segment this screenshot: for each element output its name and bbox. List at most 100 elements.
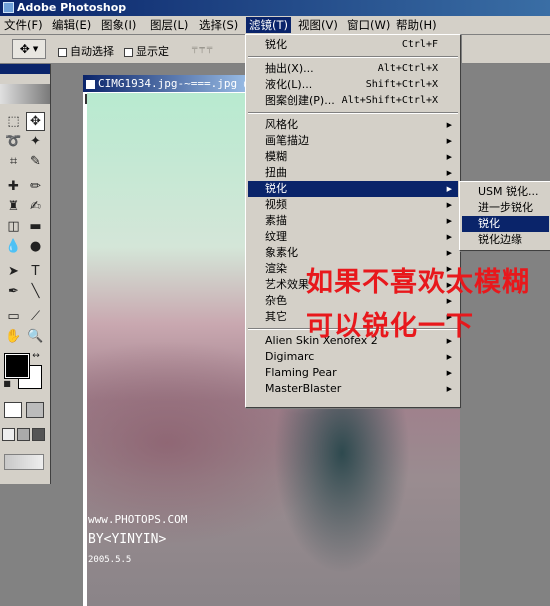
- submenu-arrow-icon: ▶: [446, 233, 452, 241]
- swap-colors-icon[interactable]: ↔: [30, 350, 42, 362]
- clone-stamp-tool-icon[interactable]: ♜: [4, 197, 23, 216]
- zoom-tool-icon[interactable]: 🔍: [26, 327, 45, 346]
- filter-menu-item[interactable]: 图案创建(P)... Alt+Shift+Ctrl+X: [248, 93, 458, 109]
- filter-menu-item[interactable]: 画笔描边 ▶: [248, 133, 458, 149]
- filter-menu-item-label: 杂色: [265, 294, 287, 307]
- filter-menu-item[interactable]: 扭曲 ▶: [248, 165, 458, 181]
- history-brush-tool-icon[interactable]: ✍: [26, 197, 45, 216]
- annotation-line-2: 可以锐化一下: [306, 311, 474, 342]
- menu-filter[interactable]: 滤镜(T): [246, 17, 291, 33]
- eraser-tool-icon[interactable]: ◫: [4, 217, 23, 236]
- type-tool-icon[interactable]: T: [26, 262, 45, 281]
- notes-tool-icon[interactable]: ▭: [4, 307, 23, 326]
- gradient-tool-icon[interactable]: ▬: [26, 217, 45, 236]
- marquee-tool-icon[interactable]: ⬚: [4, 112, 23, 131]
- filter-menu-item[interactable]: 素描 ▶: [248, 213, 458, 229]
- sharpen-submenu-item[interactable]: USM 锐化...: [462, 184, 549, 200]
- filter-menu-item[interactable]: 纹理 ▶: [248, 229, 458, 245]
- menu-image[interactable]: 图象(I): [98, 17, 139, 33]
- jump-to-imageready-button[interactable]: [4, 454, 44, 470]
- healing-brush-tool-icon[interactable]: ✚: [4, 177, 23, 196]
- show-bounds-option[interactable]: 显示定: [124, 43, 169, 59]
- sharpen-submenu-item[interactable]: 锐化: [462, 216, 549, 232]
- filter-menu-item[interactable]: 锐化 Ctrl+F: [248, 37, 458, 53]
- filter-menu-item-label: 素描: [265, 214, 287, 227]
- move-icon: ✥: [19, 42, 30, 56]
- filter-menu-item-shortcut: Alt+Shift+Ctrl+X: [341, 95, 438, 106]
- default-colors-icon[interactable]: ■: [2, 378, 12, 388]
- filter-menu-item[interactable]: Flaming Pear ▶: [248, 365, 458, 381]
- toolbox: ⬚ ✥ ➰ ✦ ⌗ ✎ ✚ ✏ ♜ ✍ ◫ ▬ 💧 ● ➤ T ✒ ╲ ▭ ⟋ …: [0, 64, 51, 484]
- submenu-arrow-icon: ▶: [446, 249, 452, 257]
- filter-menu-item[interactable]: 视频 ▶: [248, 197, 458, 213]
- screen-mode-full-menu-button[interactable]: [17, 428, 30, 441]
- eyedropper-tool-icon[interactable]: ⟋: [26, 307, 45, 326]
- sharpen-submenu: USM 锐化... 进一步锐化 锐化锐化边缘: [459, 181, 550, 251]
- sharpen-submenu-item-label: USM 锐化...: [478, 185, 539, 198]
- blur-tool-icon[interactable]: 💧: [4, 237, 23, 256]
- filter-menu-item[interactable]: 抽出(X)... Alt+Ctrl+X: [248, 61, 458, 77]
- brush-tool-icon[interactable]: ✏: [26, 177, 45, 196]
- show-bounds-label: 显示定: [136, 45, 169, 58]
- sharpen-submenu-item[interactable]: 锐化边缘: [462, 232, 549, 248]
- submenu-arrow-icon: ▶: [446, 369, 452, 377]
- move-tool-preset[interactable]: ✥ ▼: [12, 39, 46, 59]
- sharpen-submenu-item-label: 锐化边缘: [478, 233, 522, 246]
- filter-menu-item[interactable]: 液化(L)... Shift+Ctrl+X: [248, 77, 458, 93]
- auto-select-label: 自动选择: [70, 45, 114, 58]
- filter-menu-item[interactable]: Digimarc ▶: [248, 349, 458, 365]
- menu-separator: [248, 56, 458, 58]
- filter-menu-item-shortcut: Shift+Ctrl+X: [365, 79, 438, 90]
- menu-window[interactable]: 窗口(W): [344, 17, 393, 33]
- filter-menu-item-label: Flaming Pear: [265, 366, 337, 379]
- filter-menu-item-label: 模糊: [265, 150, 287, 163]
- filter-menu-item[interactable]: 风格化 ▶: [248, 117, 458, 133]
- submenu-arrow-icon: ▶: [446, 353, 452, 361]
- show-bounds-checkbox[interactable]: [124, 47, 133, 57]
- auto-select-checkbox[interactable]: [58, 47, 67, 57]
- align-buttons[interactable]: ╤┯╤: [192, 44, 242, 54]
- menu-file[interactable]: 文件(F): [1, 17, 46, 33]
- dodge-tool-icon[interactable]: ●: [26, 237, 45, 256]
- filter-menu-item[interactable]: MasterBlaster ▶: [248, 381, 458, 397]
- menu-help[interactable]: 帮助(H): [393, 17, 440, 33]
- pen-tool-icon[interactable]: ✒: [4, 282, 23, 301]
- menu-edit[interactable]: 编辑(E): [49, 17, 94, 33]
- filter-menu-item-label: 其它: [265, 310, 287, 323]
- filter-menu-item[interactable]: 模糊 ▶: [248, 149, 458, 165]
- magic-wand-tool-icon[interactable]: ✦: [26, 132, 45, 151]
- sharpen-submenu-item[interactable]: 进一步锐化: [462, 200, 549, 216]
- menu-view[interactable]: 视图(V): [295, 17, 341, 33]
- menu-layer[interactable]: 图层(L): [147, 17, 191, 33]
- auto-select-option[interactable]: 自动选择: [58, 43, 114, 59]
- toolbox-logo[interactable]: [0, 84, 50, 104]
- filter-menu-item-label: 画笔描边: [265, 134, 309, 147]
- document-title-bar[interactable]: CIMG1934.jpg-~===.jpg @: [83, 75, 263, 92]
- filter-menu-item-label: 艺术效果: [265, 278, 309, 291]
- foreground-color-swatch[interactable]: [4, 353, 30, 379]
- menu-select[interactable]: 选择(S): [196, 17, 241, 33]
- photoshop-logo-icon: [3, 2, 14, 13]
- move-tool-icon[interactable]: ✥: [26, 112, 45, 131]
- path-selection-tool-icon[interactable]: ➤: [4, 262, 23, 281]
- sharpen-submenu-item-label: 锐化: [478, 217, 500, 230]
- hand-tool-icon[interactable]: ✋: [4, 327, 23, 346]
- slice-tool-icon[interactable]: ✎: [26, 152, 45, 171]
- screen-mode-standard-button[interactable]: [2, 428, 15, 441]
- quickmask-mode-button[interactable]: [26, 402, 44, 418]
- filter-menu-item-label: 液化(L)...: [265, 78, 313, 91]
- lasso-tool-icon[interactable]: ➰: [4, 132, 23, 151]
- submenu-arrow-icon: ▶: [446, 121, 452, 129]
- menu-bar: 文件(F) 编辑(E) 图象(I) 图层(L) 选择(S) 滤镜(T) 视图(V…: [0, 16, 550, 35]
- standard-mode-button[interactable]: [4, 402, 22, 418]
- line-tool-icon[interactable]: ╲: [26, 282, 45, 301]
- screen-mode-full-button[interactable]: [32, 428, 45, 441]
- watermark-author: BY<YINYIN>: [88, 532, 167, 547]
- crop-tool-icon[interactable]: ⌗: [4, 152, 23, 171]
- document-icon: [86, 79, 95, 89]
- filter-menu-item-label: 渲染: [265, 262, 287, 275]
- filter-menu-item[interactable]: 象素化 ▶: [248, 245, 458, 261]
- app-title: Adobe Photoshop: [17, 1, 127, 14]
- filter-menu-item[interactable]: 锐化 ▶: [248, 181, 458, 197]
- submenu-arrow-icon: ▶: [446, 169, 452, 177]
